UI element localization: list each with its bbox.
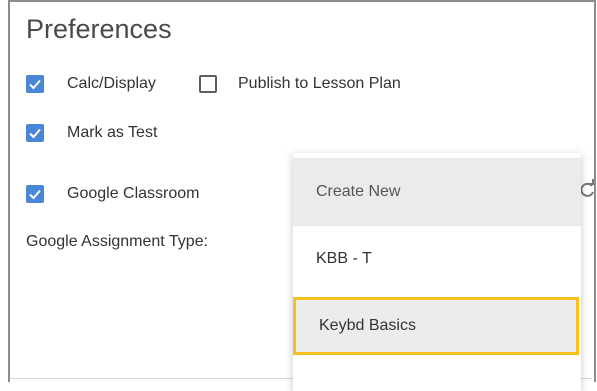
publish-to-lesson-plan-label: Publish to Lesson Plan [238, 75, 401, 92]
dropdown-item-kbb-t[interactable]: KBB - T [293, 225, 581, 293]
google-assignment-type-label: Google Assignment Type: [26, 233, 209, 250]
mark-as-test-checkbox[interactable] [26, 124, 44, 142]
assignment-type-dropdown: Create New KBB - T Keybd Basics [293, 153, 581, 391]
mark-as-test-label: Mark as Test [67, 124, 158, 141]
calc-display-checkbox[interactable] [26, 75, 44, 93]
check-icon [29, 128, 41, 139]
dropdown-item-keybd-basics[interactable]: Keybd Basics [293, 297, 579, 355]
check-icon [29, 79, 41, 90]
panel-title: Preferences [26, 14, 172, 44]
google-classroom-checkbox[interactable] [26, 185, 44, 203]
dropdown-item-create-new[interactable]: Create New [293, 158, 581, 226]
google-classroom-label: Google Classroom [67, 185, 200, 202]
publish-to-lesson-plan-checkbox[interactable] [199, 75, 217, 93]
check-icon [29, 189, 41, 200]
calc-display-label: Calc/Display [67, 75, 156, 92]
